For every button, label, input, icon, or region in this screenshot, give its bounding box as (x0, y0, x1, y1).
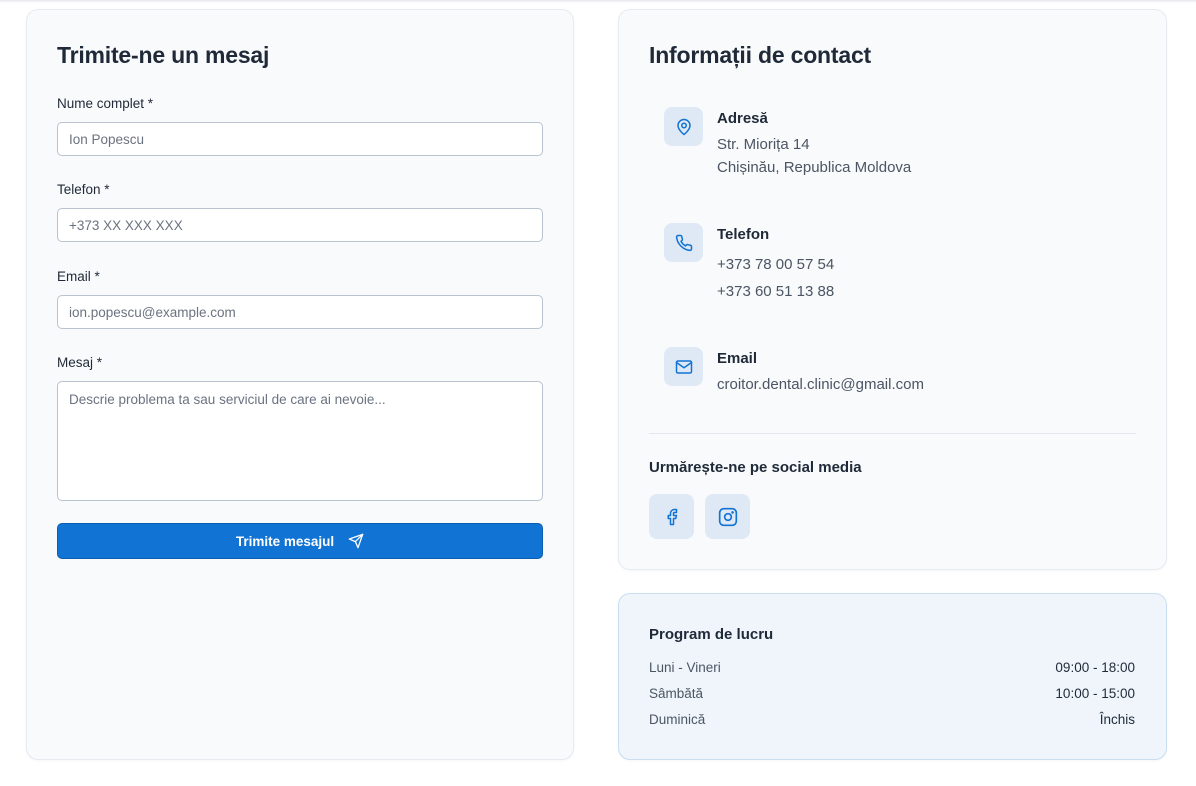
working-hours-card: Program de lucru Luni - Vineri 09:00 - 1… (618, 593, 1167, 760)
contact-form-card: Trimite-ne un mesaj Nume complet * Telef… (26, 9, 574, 760)
hours-time: Închis (1099, 712, 1135, 727)
hours-time: 09:00 - 18:00 (1055, 660, 1135, 675)
facebook-button[interactable] (649, 494, 694, 539)
phone-label: Telefon * (57, 182, 110, 197)
hours-row: Luni - Vineri 09:00 - 18:00 (649, 660, 1135, 675)
instagram-button[interactable] (705, 494, 750, 539)
address-city: Chișinău, Republica Moldova (717, 159, 912, 176)
email-address[interactable]: croitor.dental.clinic@gmail.com (717, 376, 924, 393)
full-name-input[interactable] (57, 122, 543, 156)
hours-row: Duminică Închis (649, 712, 1135, 727)
hours-time: 10:00 - 15:00 (1055, 686, 1135, 701)
social-title: Urmărește-ne pe social media (649, 459, 862, 476)
facebook-icon (663, 508, 681, 526)
instagram-icon (718, 507, 738, 527)
form-title: Trimite-ne un mesaj (57, 42, 270, 68)
submit-button-label: Trimite mesajul (235, 533, 335, 549)
phone-number-2[interactable]: +373 60 51 13 88 (717, 283, 834, 300)
hours-day: Luni - Vineri (649, 660, 721, 675)
hours-day: Sâmbătă (649, 686, 704, 701)
email-input[interactable] (57, 295, 543, 329)
address-street: Str. Miorița 14 (717, 136, 810, 153)
top-border (0, 0, 1196, 3)
address-title: Adresă (717, 110, 768, 127)
phone-input[interactable] (57, 208, 543, 242)
hours-row: Sâmbătă 10:00 - 15:00 (649, 686, 1135, 701)
contact-info-card: Informații de contact Adresă Str. Mioriț… (618, 9, 1167, 570)
contact-title: Informații de contact (649, 42, 871, 68)
email-label: Email * (57, 269, 100, 284)
send-icon (348, 533, 364, 549)
message-label: Mesaj * (57, 355, 103, 370)
phone-icon (664, 223, 703, 262)
message-textarea[interactable] (57, 381, 543, 501)
hours-title: Program de lucru (649, 626, 774, 643)
full-name-label: Nume complet * (57, 96, 154, 111)
mail-icon (664, 347, 703, 386)
divider (649, 433, 1136, 434)
map-pin-icon (664, 107, 703, 146)
phone-title: Telefon (717, 226, 770, 243)
email-title: Email (717, 350, 758, 367)
hours-day: Duminică (649, 712, 706, 727)
phone-number-1[interactable]: +373 78 00 57 54 (717, 256, 834, 273)
submit-message-button[interactable]: Trimite mesajul (57, 523, 543, 559)
